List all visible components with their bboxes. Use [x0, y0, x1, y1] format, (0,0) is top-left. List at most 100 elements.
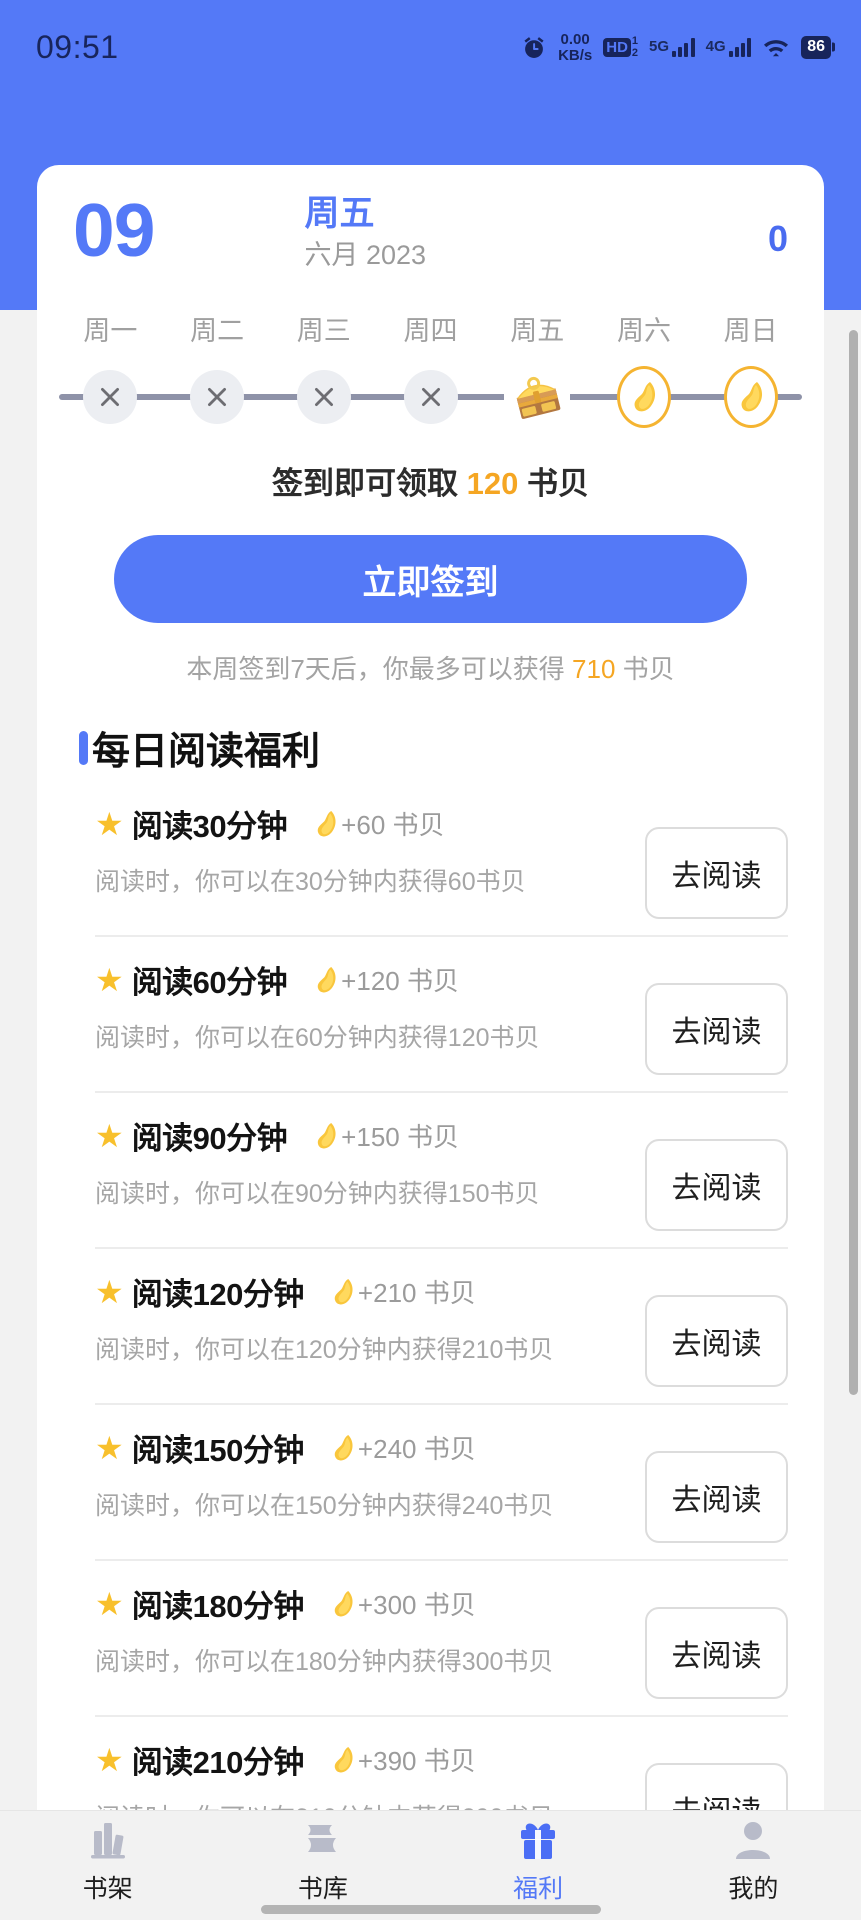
list-item[interactable]: ★ 阅读180分钟 +300 书贝 阅读时，你可以在180分钟内获得300书贝 …	[95, 1559, 788, 1715]
star-icon: ★	[95, 961, 124, 998]
list-item-title: 阅读90分钟	[131, 1121, 288, 1156]
signal-bars-1	[672, 38, 695, 57]
list-item-main: ★ 阅读120分钟 +210 书贝 阅读时，你可以在120分钟内获得210书贝	[95, 1269, 629, 1366]
list-item-reward-text: +60 书贝	[341, 810, 445, 840]
list-item-main: ★ 阅读30分钟 +60 书贝 阅读时，你可以在30分钟内获得60书贝	[95, 801, 629, 898]
status-time: 09:51	[36, 29, 119, 65]
nav-item-library[interactable]: 书库	[215, 1819, 430, 1905]
list-item-main: ★ 阅读210分钟 +390 书贝 阅读时，你可以在210分钟内获得390书贝	[95, 1737, 629, 1811]
nav-label: 我的	[728, 1875, 779, 1903]
list-item-main: ★ 阅读150分钟 +240 书贝 阅读时，你可以在150分钟内获得240书贝	[95, 1425, 629, 1522]
net-speed-unit: KB/s	[558, 46, 593, 64]
weekday-label-wed: 周三	[296, 316, 351, 346]
list-item[interactable]: ★ 阅读150分钟 +240 书贝 阅读时，你可以在150分钟内获得240书贝 …	[95, 1403, 788, 1559]
claim-text: 签到即可领取 120 书贝	[37, 458, 824, 503]
go-read-button[interactable]: 去阅读	[645, 1295, 788, 1387]
list-item-desc: 阅读时，你可以在210分钟内获得390书贝	[95, 1798, 629, 1810]
status-icons: 0.00 KB/s HD 1 2 5G 4G 86	[521, 32, 831, 63]
list-item-reward-text: +120 书贝	[341, 966, 459, 996]
signin-node-thu[interactable]	[377, 358, 484, 436]
go-read-button[interactable]: 去阅读	[645, 1607, 788, 1699]
claim-prefix: 签到即可领取	[272, 466, 458, 501]
nav-item-welfare[interactable]: 福利	[431, 1819, 646, 1905]
page-title: 每日阅读福利	[92, 731, 321, 773]
close-icon	[83, 370, 138, 424]
claim-unit: 书贝	[526, 466, 589, 501]
list-item[interactable]: ★ 阅读90分钟 +150 书贝 阅读时，你可以在90分钟内获得150书贝 去阅…	[95, 1091, 788, 1247]
signin-node-tue[interactable]	[164, 358, 271, 436]
list-item[interactable]: ★ 阅读210分钟 +390 书贝 阅读时，你可以在210分钟内获得390书贝 …	[95, 1715, 788, 1810]
home-indicator	[260, 1905, 601, 1914]
bean-coin-icon	[723, 366, 778, 428]
list-item-title-row: ★ 阅读120分钟 +210 书贝	[95, 1269, 629, 1314]
list-item[interactable]: ★ 阅读120分钟 +210 书贝 阅读时，你可以在120分钟内获得210书贝 …	[95, 1247, 788, 1403]
signal-4g-icon: 4G	[706, 38, 752, 57]
signin-node-sun[interactable]	[697, 358, 804, 436]
signin-node-mon[interactable]	[57, 358, 164, 436]
go-read-button[interactable]: 去阅读	[645, 827, 788, 919]
week-hint-amount: 710	[572, 654, 616, 684]
week-hint-prefix: 本周签到7天后，你最多可以获得	[186, 654, 565, 684]
list-item-title: 阅读210分钟	[131, 1745, 305, 1780]
list-item-title: 阅读60分钟	[131, 965, 288, 1000]
close-icon	[296, 370, 351, 424]
sim2-network-label: 4G	[705, 38, 726, 55]
list-item-title-row: ★ 阅读90分钟 +150 书贝	[95, 1113, 629, 1158]
star-icon: ★	[95, 1429, 124, 1466]
list-item-title-row: ★ 阅读150分钟 +240 书贝	[95, 1425, 629, 1470]
list-item-reward: +120 书贝	[313, 961, 459, 998]
go-read-button[interactable]: 去阅读	[645, 1451, 788, 1543]
star-icon: ★	[95, 1273, 124, 1310]
nav-item-mine[interactable]: 我的	[646, 1819, 861, 1905]
scroll-viewport[interactable]: 09 周五 六月 2023 0 周一 周二 周三 周四 周五 周六 周日 签到即…	[37, 165, 824, 1810]
list-item-reward-text: +210 书贝	[357, 1278, 476, 1308]
go-read-button[interactable]: 去阅读	[645, 1139, 788, 1231]
hd-volte-icon: HD 1 2	[603, 35, 639, 59]
claim-amount: 120	[466, 466, 519, 501]
bottom-navigation: 书架 书库 福利 我的	[0, 1810, 861, 1920]
list-item-title: 阅读150分钟	[131, 1433, 305, 1468]
nav-label: 书库	[297, 1875, 348, 1903]
signin-node-sat[interactable]	[591, 358, 698, 436]
reading-reward-list: ★ 阅读30分钟 +60 书贝 阅读时，你可以在30分钟内获得60书贝 去阅读	[37, 781, 824, 1810]
list-item-desc: 阅读时，你可以在180分钟内获得300书贝	[95, 1648, 554, 1676]
nav-item-bookshelf[interactable]: 书架	[0, 1819, 215, 1905]
star-icon: ★	[95, 805, 124, 842]
battery-icon: 86	[801, 36, 831, 59]
signin-button[interactable]: 立即签到	[114, 535, 747, 623]
list-item-title-row: ★ 阅读210分钟 +390 书贝	[95, 1737, 629, 1782]
list-item-desc: 阅读时，你可以在90分钟内获得150书贝	[95, 1180, 540, 1208]
list-item[interactable]: ★ 阅读30分钟 +60 书贝 阅读时，你可以在30分钟内获得60书贝 去阅读	[95, 781, 788, 935]
close-icon	[403, 370, 458, 424]
signal-bars-2	[728, 38, 752, 57]
streak-count: 0	[767, 218, 788, 259]
list-item-desc: 阅读时，你可以在150分钟内获得240书贝	[95, 1492, 554, 1520]
bean-coin-icon	[313, 808, 339, 840]
scrollbar-thumb[interactable]	[849, 330, 858, 1395]
status-bar: 09:51 0.00 KB/s HD 1 2 5G 4G 86	[0, 0, 861, 95]
track-nodes	[57, 358, 804, 436]
bean-coin-icon	[330, 1276, 356, 1308]
list-item-reward: +390 书贝	[330, 1741, 476, 1778]
signin-node-fri[interactable]	[484, 358, 591, 436]
list-item-desc: 阅读时，你可以在120分钟内获得210书贝	[95, 1336, 554, 1364]
alarm-icon	[521, 35, 547, 61]
week-hint-unit: 书贝	[622, 654, 675, 684]
star-icon: ★	[95, 1741, 124, 1778]
go-read-button[interactable]: 去阅读	[645, 1763, 788, 1810]
network-speed-icon: 0.00 KB/s	[558, 32, 592, 63]
list-item-reward-text: +390 书贝	[357, 1746, 476, 1776]
signin-node-wed[interactable]	[270, 358, 377, 436]
signin-card: 09 周五 六月 2023 0 周一 周二 周三 周四 周五 周六 周日 签到即…	[37, 165, 824, 694]
section-accent-bar	[79, 730, 88, 765]
bookshelf-icon	[85, 1819, 131, 1863]
week-hint: 本周签到7天后，你最多可以获得 710 书贝	[37, 649, 824, 694]
list-item[interactable]: ★ 阅读60分钟 +120 书贝 阅读时，你可以在60分钟内获得120书贝 去阅…	[95, 935, 788, 1091]
hd-sim2: 2	[631, 46, 639, 59]
net-speed-value: 0.00	[560, 31, 590, 49]
sim1-network-label: 5G	[649, 38, 670, 55]
bean-coin-icon	[313, 964, 339, 996]
signal-5g-icon: 5G	[649, 38, 695, 57]
list-item-reward: +210 书贝	[330, 1273, 476, 1310]
go-read-button[interactable]: 去阅读	[645, 983, 788, 1075]
